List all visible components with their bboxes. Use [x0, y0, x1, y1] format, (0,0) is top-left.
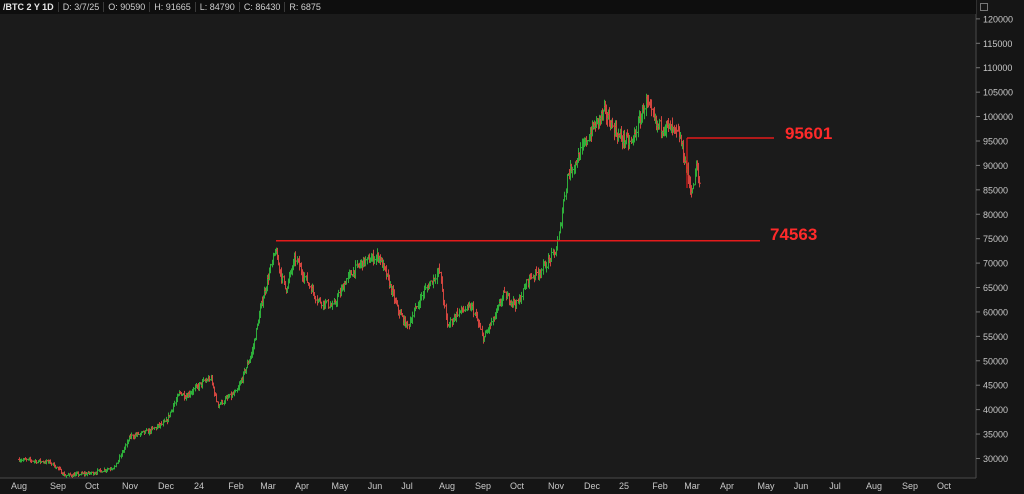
y-tick-label: 45000: [983, 381, 1008, 391]
y-tick-label: 55000: [983, 332, 1008, 342]
chart-header: /BTC 2 Y 1D D: 3/7/25 O: 90590 H: 91665 …: [0, 0, 976, 14]
symbol-label[interactable]: /BTC 2 Y 1D: [0, 2, 58, 12]
btc-price-chart[interactable]: 30000 35000 40000 45000 50000 55000 60000 65000…: [0, 0, 1024, 494]
x-tick-label: Jun: [794, 481, 809, 491]
x-tick-label: Feb: [652, 481, 668, 491]
y-tick-label: 90000: [983, 161, 1008, 171]
y-tick-label: 30000: [983, 454, 1008, 464]
x-tick-label: Jun: [368, 481, 383, 491]
y-tick-label: 85000: [983, 185, 1008, 195]
range-readout: R: 6875: [284, 2, 325, 12]
x-tick-label: Jul: [401, 481, 413, 491]
y-tick-label: 60000: [983, 307, 1008, 317]
x-tick-label: Dec: [584, 481, 601, 491]
x-tick-label: Aug: [866, 481, 882, 491]
x-tick-label: Sep: [50, 481, 66, 491]
y-tick-label: 35000: [983, 430, 1008, 440]
level-label-74563: 74563: [770, 225, 817, 244]
x-tick-label: Jul: [829, 481, 841, 491]
x-tick-label: Nov: [122, 481, 139, 491]
y-tick-label: 95000: [983, 136, 1008, 146]
x-tick-label: 24: [194, 481, 204, 491]
x-tick-label: Apr: [720, 481, 734, 491]
x-tick-label: Apr: [295, 481, 309, 491]
x-tick-label: Sep: [902, 481, 918, 491]
y-tick-label: 80000: [983, 210, 1008, 220]
x-tick-label: Oct: [85, 481, 100, 491]
y-tick-label: 120000: [983, 14, 1013, 24]
x-tick-label: Aug: [439, 481, 455, 491]
x-tick-label: Aug: [11, 481, 27, 491]
y-tick-label: 105000: [983, 88, 1013, 98]
x-tick-label: May: [757, 481, 775, 491]
y-tick-label: 100000: [983, 112, 1013, 122]
date-readout: D: 3/7/25: [57, 2, 104, 12]
y-tick-label: 40000: [983, 405, 1008, 415]
open-readout: O: 90590: [103, 2, 149, 12]
close-readout: C: 86430: [238, 2, 285, 12]
y-tick-label: 115000: [983, 39, 1012, 49]
y-tick-label: 65000: [983, 283, 1008, 293]
high-readout: H: 91665: [149, 2, 195, 12]
chart-background: [0, 0, 1024, 494]
level-label-95601: 95601: [785, 124, 832, 143]
x-tick-label: Sep: [475, 481, 491, 491]
x-tick-label: Nov: [548, 481, 565, 491]
x-tick-label: Feb: [228, 481, 244, 491]
x-tick-label: Oct: [937, 481, 952, 491]
y-tick-label: 70000: [983, 259, 1008, 269]
y-tick-label: 110000: [983, 63, 1012, 73]
y-tick-label: 75000: [983, 234, 1008, 244]
x-tick-label: Oct: [510, 481, 525, 491]
x-tick-label: Mar: [684, 481, 700, 491]
y-tick-label: 50000: [983, 356, 1008, 366]
low-readout: L: 84790: [194, 2, 239, 12]
x-tick-label: 25: [619, 481, 629, 491]
x-tick-label: Mar: [260, 481, 276, 491]
x-tick-label: Dec: [158, 481, 175, 491]
maximize-icon[interactable]: [980, 3, 988, 11]
x-tick-label: May: [331, 481, 349, 491]
